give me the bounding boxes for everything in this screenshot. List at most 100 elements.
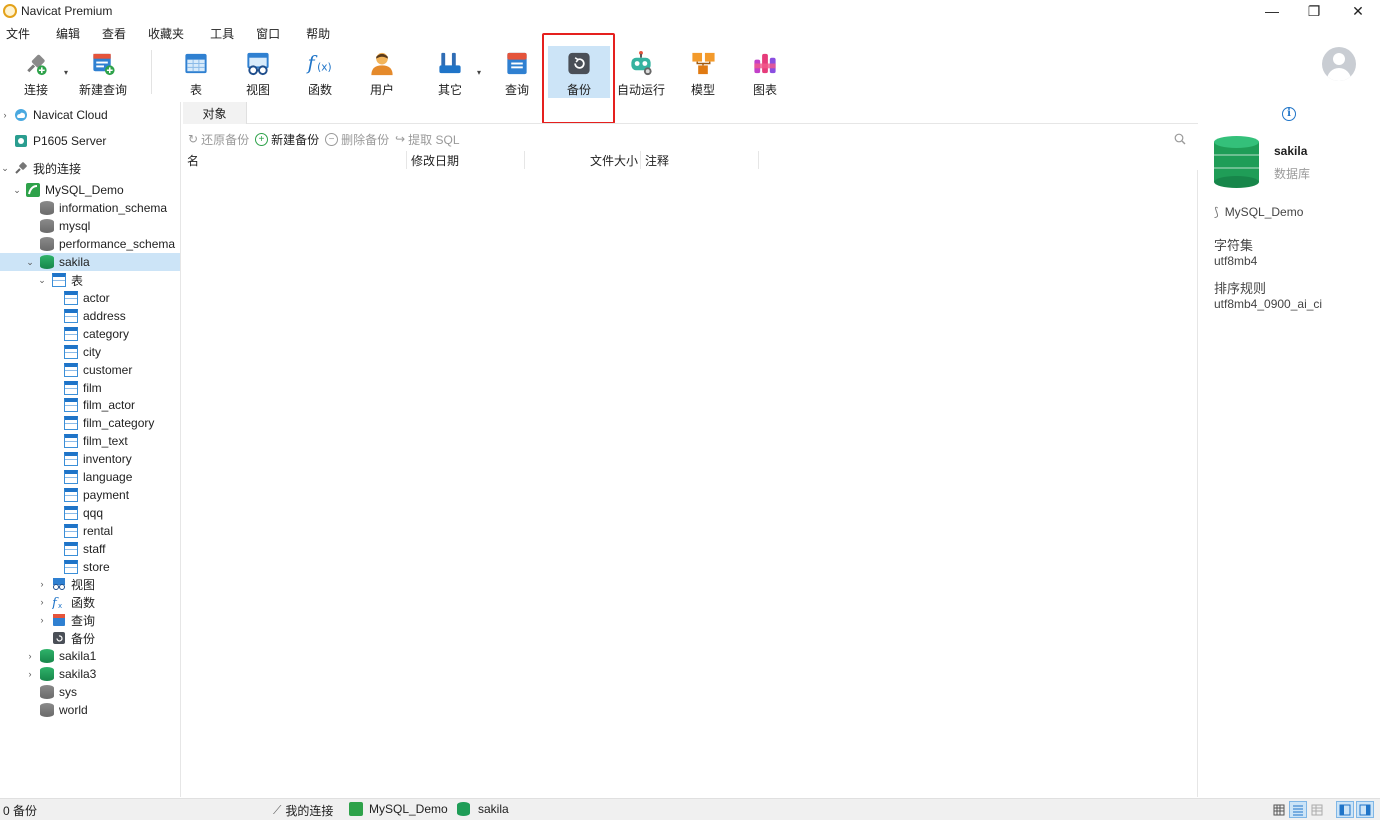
expand-chevron-icon[interactable]: › [37, 579, 47, 589]
tree-db-sakila[interactable]: ⌄ sakila [0, 253, 180, 271]
collapse-chevron-icon[interactable]: ⌄ [12, 185, 22, 196]
tree-table-item[interactable]: film_actor [0, 396, 180, 414]
tree-table-item[interactable]: city [0, 343, 180, 361]
toolbar-automation-label: 自动运行 [616, 83, 665, 97]
column-modified-header[interactable]: 修改日期 [411, 151, 525, 169]
toolbar-chart-button[interactable]: 图表 [734, 46, 796, 98]
tree-my-connections[interactable]: ⌄ 我的连接 [0, 159, 180, 177]
column-size-header[interactable]: 文件大小 [525, 151, 641, 169]
tab-objects[interactable]: 对象 [183, 102, 247, 124]
collapse-chevron-icon[interactable]: ⌄ [0, 163, 10, 174]
restore-backup-button[interactable]: ↻ 还原备份 [188, 131, 249, 148]
tree-table-item[interactable]: film_category [0, 414, 180, 432]
column-name-header[interactable]: 名 [187, 151, 407, 169]
expand-chevron-icon[interactable]: › [25, 669, 35, 679]
tree-table-item[interactable]: customer [0, 361, 180, 379]
others-dropdown-icon[interactable]: ▾ [477, 68, 481, 77]
tree-folder-tables[interactable]: ⌄ 表 [0, 271, 180, 289]
tree-navicat-cloud[interactable]: › Navicat Cloud [0, 106, 180, 124]
tree-table-item[interactable]: rental [0, 522, 180, 540]
database-icon [40, 201, 54, 215]
tree-table-item[interactable]: language [0, 468, 180, 486]
tree-table-item[interactable]: qqq [0, 504, 180, 522]
tree-table-item[interactable]: store [0, 558, 180, 576]
database-icon [40, 219, 54, 233]
toolbar-query-button[interactable]: 查询 [486, 46, 548, 98]
toolbar-user-label: 用户 [369, 83, 394, 97]
table-icon [64, 416, 78, 431]
tree-db-sakila1[interactable]: › sakila1 [0, 647, 180, 665]
new-backup-button[interactable]: + 新建备份 [255, 131, 319, 148]
tree-folder-views[interactable]: › 视图 [0, 575, 180, 593]
tree-folder-queries[interactable]: › 查询 [0, 611, 180, 629]
collapse-chevron-icon[interactable]: ⌄ [37, 275, 47, 286]
tree-db-performance-schema[interactable]: performance_schema [0, 235, 180, 253]
tree-table-item[interactable]: film_text [0, 432, 180, 450]
minimize-button[interactable]: — [1250, 0, 1294, 22]
tree-table-item[interactable]: category [0, 325, 180, 343]
tools-icon [439, 52, 461, 74]
toggle-left-pane-icon[interactable] [1336, 801, 1354, 818]
menu-window[interactable]: 窗口 [250, 25, 286, 42]
expand-chevron-icon[interactable]: › [25, 651, 35, 661]
new-query-icon [93, 53, 115, 76]
connect-dropdown-icon[interactable]: ▾ [64, 68, 68, 77]
toolbar-others-button[interactable]: 其它 [419, 46, 481, 98]
toolbar-user-button[interactable]: 用户 [351, 46, 413, 98]
tree-table-item[interactable]: payment [0, 486, 180, 504]
user-avatar[interactable] [1322, 47, 1356, 81]
tree-table-item[interactable]: inventory [0, 450, 180, 468]
delete-backup-button[interactable]: − 删除备份 [325, 131, 389, 148]
toolbar-table-button[interactable]: 表 [165, 46, 227, 98]
tree-connection-mysql-demo[interactable]: ⌄ MySQL_Demo [0, 181, 180, 199]
list-view-icon[interactable] [1289, 801, 1307, 818]
menu-edit[interactable]: 编辑 [50, 25, 86, 42]
menu-file[interactable]: 文件 [0, 25, 36, 42]
tree-table-item[interactable]: address [0, 307, 180, 325]
mysql-connection-icon [349, 802, 363, 816]
detail-view-icon[interactable] [1309, 802, 1325, 817]
expand-chevron-icon[interactable]: › [37, 597, 47, 607]
close-button[interactable]: ✕ [1336, 0, 1380, 22]
extract-arrow-icon: ↪ [395, 132, 406, 146]
expand-chevron-icon[interactable]: › [0, 110, 10, 120]
toolbar-view-label: 视图 [245, 83, 270, 97]
tree-db-world[interactable]: world [0, 701, 180, 719]
grid-view-icon[interactable] [1271, 802, 1287, 817]
tree-db-mysql[interactable]: mysql [0, 217, 180, 235]
info-icon[interactable]: i [1282, 107, 1296, 121]
toolbar-function-button[interactable]: f (x) 函数 [289, 46, 351, 98]
menu-favorites[interactable]: 收藏夹 [142, 25, 190, 42]
menu-view[interactable]: 查看 [96, 25, 132, 42]
search-icon[interactable] [1174, 133, 1186, 145]
tree-db-sys[interactable]: sys [0, 683, 180, 701]
toolbar-connect-button[interactable]: 连接 [5, 46, 67, 98]
collapse-chevron-icon[interactable]: ⌄ [25, 257, 35, 268]
column-comment-header[interactable]: 注释 [645, 151, 759, 169]
info-collation-label: 排序规则 [1214, 281, 1267, 296]
tree-table-item[interactable]: film [0, 379, 180, 397]
connection-plug-icon [14, 161, 28, 175]
tree-folder-functions[interactable]: › fx 函数 [0, 593, 180, 612]
object-list-area[interactable] [183, 170, 1198, 797]
extract-sql-button[interactable]: ↪ 提取 SQL [395, 131, 459, 148]
toggle-right-pane-icon[interactable] [1356, 801, 1374, 818]
tree-folder-backups[interactable]: 备份 [0, 629, 180, 647]
tree-server[interactable]: P1605 Server [0, 132, 180, 150]
expand-chevron-icon[interactable]: › [37, 615, 47, 625]
minus-circle-icon: − [325, 132, 339, 146]
tree-label: payment [83, 487, 130, 502]
tree-table-item[interactable]: actor [0, 289, 180, 307]
tree-db-sakila3[interactable]: › sakila3 [0, 665, 180, 683]
menu-tools[interactable]: 工具 [204, 25, 240, 42]
toolbar-model-button[interactable]: 模型 [672, 46, 734, 98]
toolbar-new-query-button[interactable]: 新建查询 [72, 46, 134, 98]
tree-label: rental [83, 523, 114, 538]
menu-help[interactable]: 帮助 [300, 25, 336, 42]
toolbar-automation-button[interactable]: 自动运行 [610, 46, 672, 98]
tree-table-item[interactable]: staff [0, 540, 180, 558]
toolbar-view-button[interactable]: 视图 [227, 46, 289, 98]
maximize-button[interactable]: ❐ [1292, 0, 1336, 22]
tree-label: information_schema [59, 201, 168, 215]
tree-db-information-schema[interactable]: information_schema [0, 199, 180, 217]
